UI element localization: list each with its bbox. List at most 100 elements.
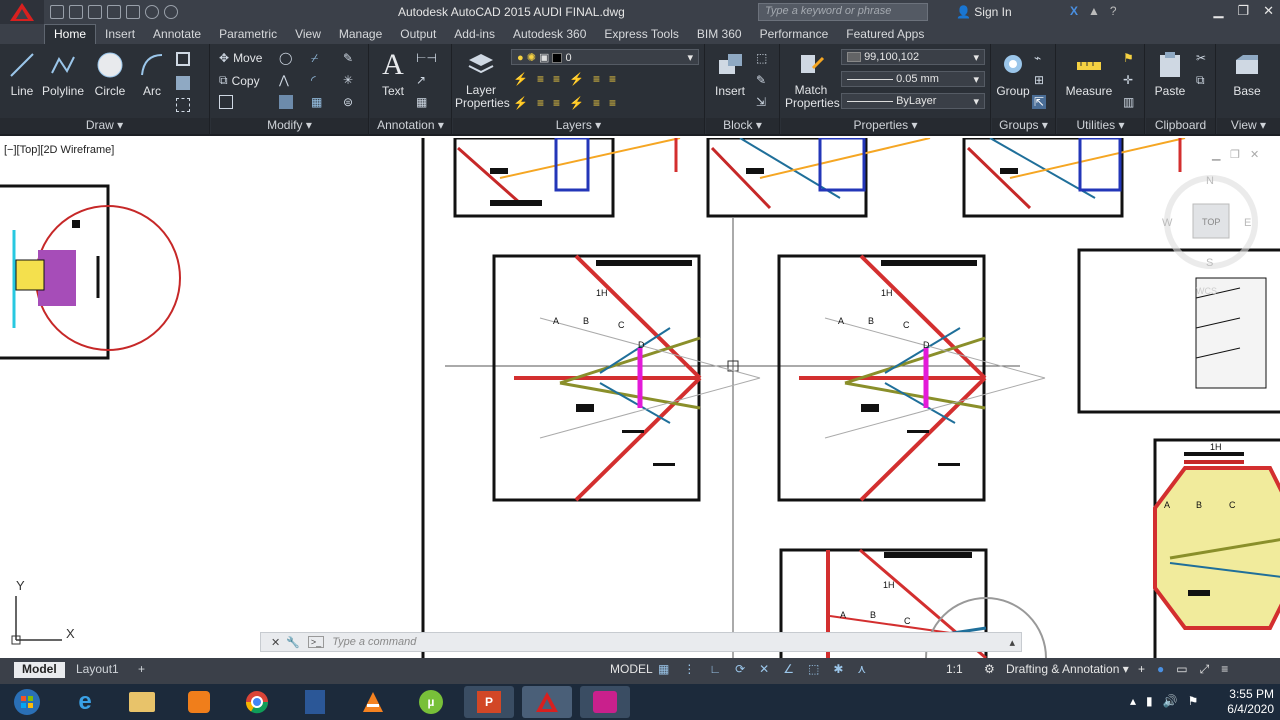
rotate-button[interactable]: ◯	[279, 51, 292, 65]
move-button[interactable]: ✥ Move	[219, 51, 262, 65]
undo-icon[interactable]	[145, 5, 159, 19]
help-icon[interactable]: ?	[1110, 4, 1117, 18]
vlc-icon[interactable]	[348, 686, 398, 718]
search-input[interactable]: Type a keyword or phrase	[758, 3, 928, 21]
add-layout-button[interactable]: +	[130, 662, 153, 678]
close-icon[interactable]: ✕	[1263, 3, 1274, 19]
powerpoint-icon[interactable]: P	[464, 686, 514, 718]
layer-tool-icon[interactable]: ⚡	[569, 96, 584, 110]
fullscreen-icon[interactable]: ⤢	[1200, 662, 1210, 677]
create-block-button[interactable]: ⬚	[756, 51, 767, 65]
minimize-icon[interactable]: ▁	[1211, 149, 1221, 161]
snap-icon[interactable]: ⋮	[683, 662, 695, 676]
internet-explorer-icon[interactable]: e	[60, 686, 110, 718]
hatch-button[interactable]	[176, 76, 190, 90]
circle-button[interactable]: Circle	[92, 50, 128, 98]
start-button[interactable]	[2, 686, 52, 718]
cut-button[interactable]: ✂	[1196, 51, 1206, 65]
tab-add-ins[interactable]: Add-ins	[445, 25, 504, 44]
viewcube-top-label[interactable]: TOP	[1202, 217, 1220, 227]
tab-featured-apps[interactable]: Featured Apps	[837, 25, 933, 44]
layer-tool-icon[interactable]: ≡	[593, 72, 600, 86]
tab-autodesk-360[interactable]: Autodesk 360	[504, 25, 595, 44]
match-properties-button[interactable]: Match Properties	[785, 50, 840, 110]
model-space-toggle[interactable]: MODEL	[610, 662, 653, 676]
drawing-viewport[interactable]: [−][Top][2D Wireframe] 1H A B C D 1H A B…	[0, 138, 1280, 658]
layer-tool-icon[interactable]: ⚡	[569, 72, 584, 86]
command-input[interactable]: Type a command	[332, 636, 416, 648]
chevron-up-icon[interactable]: ▴	[1009, 636, 1015, 649]
modify-panel-title[interactable]: Modify ▾	[211, 118, 368, 134]
tab-insert[interactable]: Insert	[96, 25, 144, 44]
media-player-icon[interactable]	[174, 686, 224, 718]
command-prompt-icon[interactable]: >_	[307, 636, 325, 648]
array-button[interactable]: ▦	[311, 95, 322, 109]
insert-button[interactable]: Insert	[710, 50, 750, 98]
clipboard-panel-title[interactable]: Clipboard	[1146, 118, 1215, 134]
group-button[interactable]: Group	[996, 50, 1030, 98]
sign-in-button[interactable]: 👤 Sign In	[956, 5, 1012, 19]
block-panel-title[interactable]: Block ▾	[706, 118, 779, 134]
minimize-icon[interactable]: ▁	[1213, 3, 1223, 19]
color-dropdown[interactable]: 99,100,102 ▾	[841, 49, 985, 65]
dimension-button[interactable]: ⊢⊣	[416, 51, 437, 65]
otrack-icon[interactable]: ∠	[783, 662, 794, 676]
close-icon[interactable]: ✕	[1250, 149, 1259, 161]
text-button[interactable]: A Text	[378, 48, 408, 98]
layer-tool-icon[interactable]: ≡	[609, 72, 616, 86]
layer-tool-icon[interactable]: ≡	[553, 96, 560, 110]
utilities-panel-title[interactable]: Utilities ▾	[1057, 118, 1144, 134]
ungroup-button[interactable]: ⌁	[1034, 51, 1041, 65]
line-button[interactable]: Line	[6, 50, 38, 98]
explode-button[interactable]: ✳	[343, 73, 353, 87]
hardware-acceleration-icon[interactable]: ▭	[1176, 662, 1187, 677]
plus-icon[interactable]: +	[1138, 662, 1145, 677]
group-select-button[interactable]: ⇱	[1032, 95, 1047, 109]
scale-button[interactable]	[279, 95, 293, 109]
point-button[interactable]: ✛	[1123, 73, 1133, 87]
group-edit-button[interactable]: ⊞	[1034, 73, 1044, 87]
plot-icon[interactable]	[126, 5, 140, 19]
wcs-label[interactable]: WCS	[1196, 286, 1217, 296]
command-line[interactable]: ✕ 🔧 >_ Type a command ▴	[260, 632, 1022, 652]
measure-button[interactable]: Measure	[1061, 50, 1117, 98]
copy-clip-button[interactable]: ⧉	[1196, 73, 1205, 88]
layer-dropdown[interactable]: ● ✺ ▣ 0 ▾	[511, 49, 699, 65]
viewcube-south-label[interactable]: S	[1206, 257, 1213, 269]
layers-panel-title[interactable]: Layers ▾	[453, 118, 704, 134]
annotation-scale-icon[interactable]: ⋏	[857, 662, 866, 676]
open-icon[interactable]	[69, 5, 83, 19]
layer-tool-icon[interactable]: ≡	[537, 96, 544, 110]
annotation-monitor-icon[interactable]: ✱	[833, 662, 843, 676]
polar-icon[interactable]: ⟳	[735, 662, 745, 676]
application-menu-button[interactable]	[0, 0, 44, 24]
flag-icon[interactable]: ⚑	[1188, 694, 1199, 708]
annotation-scale[interactable]: 1:1	[946, 662, 963, 676]
ortho-icon[interactable]: ∟	[709, 662, 721, 676]
tab-express-tools[interactable]: Express Tools	[595, 25, 687, 44]
view-panel-title[interactable]: View ▾	[1217, 118, 1280, 134]
document-app-icon[interactable]	[290, 686, 340, 718]
tab-output[interactable]: Output	[391, 25, 445, 44]
offset-button[interactable]: ⊜	[343, 95, 353, 109]
tab-manage[interactable]: Manage	[330, 25, 391, 44]
viewcube-east-label[interactable]: E	[1244, 217, 1251, 229]
draw-panel-title[interactable]: Draw ▾	[0, 118, 209, 134]
base-button[interactable]: Base	[1227, 50, 1267, 98]
edit-block-button[interactable]: ✎	[756, 73, 766, 87]
fillet-button[interactable]: ◜	[311, 73, 316, 87]
a360-icon[interactable]: ▲	[1088, 4, 1100, 18]
file-explorer-icon[interactable]	[117, 686, 167, 718]
viewcube-west-label[interactable]: W	[1162, 217, 1173, 229]
erase-button[interactable]: ✎	[343, 51, 353, 65]
workspace-switcher[interactable]: Drafting & Annotation ▾	[1006, 662, 1129, 676]
osnap-icon[interactable]: ✕	[759, 662, 769, 676]
system-clock[interactable]: 3:55 PM 6/4/2020	[1227, 687, 1274, 717]
trim-button[interactable]: ⌿	[311, 51, 318, 66]
copy-button[interactable]: ⧉ Copy	[219, 73, 260, 88]
annotation-panel-title[interactable]: Annotation ▾	[370, 118, 451, 134]
tab-annotate[interactable]: Annotate	[144, 25, 210, 44]
arc-button[interactable]: Arc	[136, 50, 168, 98]
tab-performance[interactable]: Performance	[751, 25, 838, 44]
autocad-taskbar-icon[interactable]	[522, 686, 572, 718]
